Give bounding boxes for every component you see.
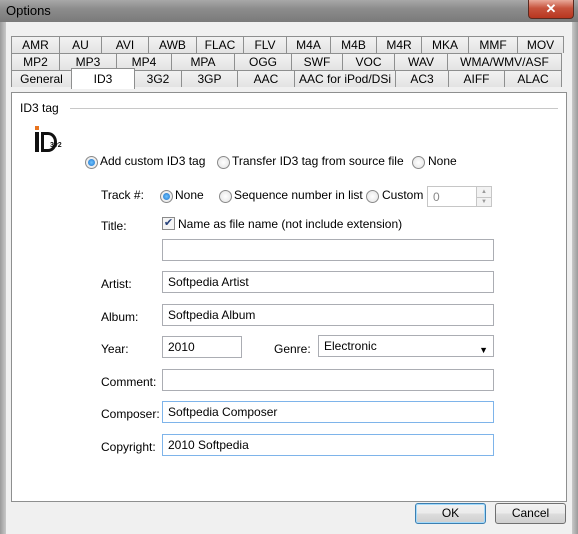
track-label: Track #: xyxy=(101,188,144,202)
chevron-down-icon[interactable]: ▼ xyxy=(479,340,488,360)
id3-logo-icon: 3v2 xyxy=(35,126,62,152)
title-filename-checkbox[interactable]: ✔ xyxy=(162,217,175,230)
window-frame-right xyxy=(572,22,578,534)
album-input[interactable]: Softpedia Album xyxy=(162,304,494,326)
title-input[interactable] xyxy=(162,239,494,261)
tab-m4r[interactable]: M4R xyxy=(376,36,422,53)
group-label: ID3 tag xyxy=(20,101,59,115)
svg-text:3v2: 3v2 xyxy=(50,142,62,149)
tab-flac[interactable]: FLAC xyxy=(196,36,244,53)
title-bar: Options ✕ xyxy=(0,0,578,23)
ok-button[interactable]: OK xyxy=(415,503,486,524)
tab-avi[interactable]: AVI xyxy=(101,36,149,53)
tab-3gp[interactable]: 3GP xyxy=(181,70,238,87)
tab-wma-wmv-asf[interactable]: WMA/WMV/ASF xyxy=(447,53,562,70)
copyright-input[interactable]: 2010 Softpedia xyxy=(162,434,494,456)
year-label: Year: xyxy=(101,342,129,356)
radio-add-custom-id3-label: Add custom ID3 tag xyxy=(100,154,206,168)
tab-mka[interactable]: MKA xyxy=(421,36,469,53)
tab-aac-for-ipod-dsi[interactable]: AAC for iPod/DSi xyxy=(294,70,396,87)
album-label: Album: xyxy=(101,310,139,324)
title-filename-checkbox-label: Name as file name (not include extension… xyxy=(178,217,403,231)
genre-select[interactable]: Electronic ▼ xyxy=(318,335,494,357)
tab-mpa[interactable]: MPA xyxy=(171,53,235,70)
close-button[interactable]: ✕ xyxy=(528,0,574,19)
close-icon: ✕ xyxy=(545,1,557,16)
title-label: Title: xyxy=(101,219,127,233)
cancel-button[interactable]: Cancel xyxy=(495,503,566,524)
tab-alac[interactable]: ALAC xyxy=(504,70,562,87)
year-input[interactable]: 2010 xyxy=(162,336,242,358)
tab-flv[interactable]: FLV xyxy=(243,36,287,53)
tab-m4a[interactable]: M4A xyxy=(286,36,331,53)
radio-track-custom[interactable] xyxy=(366,190,379,203)
tab-ogg[interactable]: OGG xyxy=(234,53,292,70)
tab-id3[interactable]: ID3 xyxy=(71,68,135,89)
tab-m4b[interactable]: M4B xyxy=(330,36,377,53)
radio-track-sequence-label: Sequence number in list xyxy=(234,188,363,202)
radio-track-none-label: None xyxy=(175,188,204,202)
tab-ac3[interactable]: AC3 xyxy=(395,70,449,87)
tab-au[interactable]: AU xyxy=(59,36,102,53)
dialog-client: AMR AU AVI AWB FLAC FLV M4A M4B M4R MKA MMF MOV MP2 M… xyxy=(6,22,572,534)
comment-label: Comment: xyxy=(101,375,157,389)
id3-panel: ID3 tag 3v2 Add custom ID3 tag Transfer … xyxy=(11,92,567,502)
radio-none-label: None xyxy=(428,154,457,168)
tab-wav[interactable]: WAV xyxy=(394,53,448,70)
spin-down-icon[interactable]: ▼ xyxy=(477,197,491,207)
comment-input[interactable] xyxy=(162,369,494,391)
tab-awb[interactable]: AWB xyxy=(148,36,197,53)
radio-none[interactable] xyxy=(412,156,425,169)
tab-aac[interactable]: AAC xyxy=(237,70,295,87)
tab-mov[interactable]: MOV xyxy=(517,36,564,53)
tab-mmf[interactable]: MMF xyxy=(468,36,518,53)
genre-value: Electronic xyxy=(324,339,377,353)
tab-swf[interactable]: SWF xyxy=(291,53,343,70)
window-title: Options xyxy=(6,3,51,18)
group-divider xyxy=(70,108,558,109)
tab-general[interactable]: General xyxy=(11,70,72,87)
tab-aiff[interactable]: AIFF xyxy=(448,70,505,87)
radio-track-sequence[interactable] xyxy=(219,190,232,203)
track-custom-input[interactable]: 0 xyxy=(427,186,477,207)
radio-track-none[interactable] xyxy=(160,190,173,203)
tab-voc[interactable]: VOC xyxy=(342,53,395,70)
radio-transfer-id3[interactable] xyxy=(217,156,230,169)
composer-label: Composer: xyxy=(101,407,160,421)
tab-amr[interactable]: AMR xyxy=(11,36,60,53)
radio-track-custom-label: Custom xyxy=(382,188,424,202)
radio-transfer-id3-label: Transfer ID3 tag from source file xyxy=(232,154,404,168)
composer-input[interactable]: Softpedia Composer xyxy=(162,401,494,423)
artist-label: Artist: xyxy=(101,277,132,291)
genre-label: Genre: xyxy=(274,342,311,356)
track-custom-spinner[interactable]: ▲ ▼ xyxy=(476,186,492,207)
tab-mp2[interactable]: MP2 xyxy=(11,53,60,70)
radio-add-custom-id3[interactable] xyxy=(85,156,98,169)
artist-input[interactable]: Softpedia Artist xyxy=(162,271,494,293)
tab-3g2[interactable]: 3G2 xyxy=(134,70,182,87)
copyright-label: Copyright: xyxy=(101,440,156,454)
check-icon: ✔ xyxy=(163,217,174,229)
